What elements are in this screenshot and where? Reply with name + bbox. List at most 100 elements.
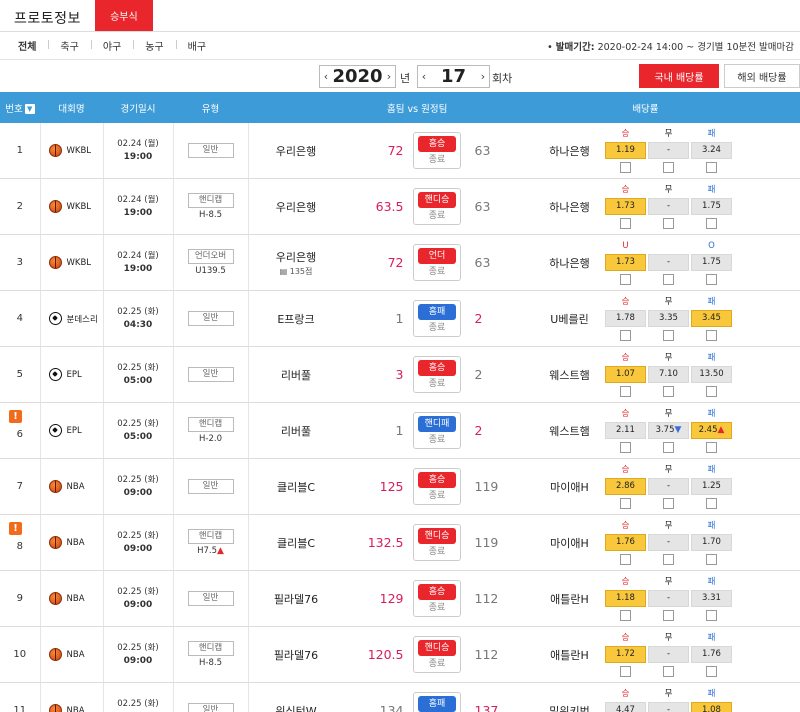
home-team[interactable]: 우리은행 ▤ 135점 xyxy=(249,249,344,277)
home-team[interactable]: 필라델76 xyxy=(249,591,344,607)
odds-checkbox[interactable] xyxy=(706,161,717,173)
odds-checkbox[interactable] xyxy=(706,665,717,677)
odds-checkbox[interactable] xyxy=(663,273,674,285)
odds-value[interactable]: 1.08 xyxy=(691,701,732,712)
odds-value[interactable]: 1.18 xyxy=(605,589,646,607)
odds-checkbox[interactable] xyxy=(706,609,717,621)
odds-checkbox[interactable] xyxy=(663,161,674,173)
home-team[interactable]: 워싱턴W xyxy=(249,703,344,712)
odds-value[interactable]: 1.73 xyxy=(605,197,646,215)
odds-value[interactable]: - xyxy=(648,645,689,663)
year-stepper[interactable]: ‹ 2020 › xyxy=(319,65,396,88)
year-next-icon[interactable]: › xyxy=(383,66,395,87)
odds-value[interactable]: 3.24 xyxy=(691,141,732,159)
col-no[interactable]: 번호 ▼ xyxy=(0,92,40,123)
odds-checkbox[interactable] xyxy=(620,273,631,285)
odds-checkbox[interactable] xyxy=(620,553,631,565)
odds-checkbox[interactable] xyxy=(706,217,717,229)
home-team[interactable]: 리버풀 xyxy=(249,423,344,439)
odds-value[interactable]: 4.47 xyxy=(605,701,646,712)
odds-value[interactable]: 3.45 xyxy=(691,309,732,327)
odds-value[interactable]: 1.78 xyxy=(605,309,646,327)
odds-value[interactable]: 1.70 xyxy=(691,533,732,551)
odds-checkbox[interactable] xyxy=(620,441,631,453)
table-row[interactable]: 3 WKBL 02.24 (월) 19:00 언더오버 U139.5 우리은행 ▤ 135점 7… xyxy=(0,234,800,291)
table-row[interactable]: 2 WKBL 02.24 (월) 19:00 핸디캡 H-8.5 우리은행 63.5 핸디승 종료… xyxy=(0,178,800,235)
foreign-odds-button[interactable]: 해외 배당률 xyxy=(724,64,800,88)
odds-checkbox[interactable] xyxy=(663,609,674,621)
odds-value[interactable]: 1.73 xyxy=(605,253,646,271)
odds-checkbox[interactable] xyxy=(620,329,631,341)
odds-value[interactable]: 2.86 xyxy=(605,477,646,495)
home-team[interactable]: E프랑크 xyxy=(249,311,344,327)
odds-value[interactable]: 1.76 xyxy=(691,645,732,663)
odds-checkbox[interactable] xyxy=(620,609,631,621)
home-team[interactable]: 우리은행 xyxy=(249,143,344,159)
odds-checkbox[interactable] xyxy=(620,665,631,677)
sort-down-icon[interactable]: ▼ xyxy=(24,104,35,114)
category-volleyball[interactable]: 배구 xyxy=(175,38,218,53)
home-team[interactable]: 우리은행 xyxy=(249,199,344,215)
home-team[interactable]: 클리블C xyxy=(249,535,344,551)
table-row[interactable]: 7 NBA 02.25 (화) 09:00 일반 클리블C 125 홈승 종료 119 마이애H 승 무… xyxy=(0,458,800,515)
odds-checkbox[interactable] xyxy=(663,497,674,509)
odds-checkbox[interactable] xyxy=(663,553,674,565)
odds-value[interactable]: 1.75 xyxy=(691,197,732,215)
table-row[interactable]: 11NBA02.25 (화)09:00일반워싱턴W134홈패종료137밀워키벅승… xyxy=(0,682,800,712)
odds-checkbox[interactable] xyxy=(706,553,717,565)
odds-checkbox[interactable] xyxy=(663,665,674,677)
odds-value[interactable]: 1.75 xyxy=(691,253,732,271)
odds-value[interactable]: - xyxy=(648,253,689,271)
odds-checkbox[interactable] xyxy=(663,385,674,397)
odds-value[interactable]: 3.75▼ xyxy=(648,421,689,439)
odds-checkbox[interactable] xyxy=(706,273,717,285)
table-row[interactable]: 9 NBA 02.25 (화) 09:00 일반 필라델76 129 홈승 종료 112 애틀란H 승… xyxy=(0,570,800,627)
home-team[interactable]: 클리블C xyxy=(249,479,344,495)
category-soccer[interactable]: 축구 xyxy=(48,38,90,53)
odds-value[interactable]: 2.11 xyxy=(605,421,646,439)
odds-value[interactable]: 2.45▲ xyxy=(691,421,732,439)
table-row[interactable]: ! 6 EPL 02.25 (화) 05:00 핸디캡 H-2.0 리버풀 1 핸디패 종료 2 웨스트… xyxy=(0,402,800,459)
round-stepper[interactable]: ‹ 17 › xyxy=(417,65,490,88)
odds-value[interactable]: 1.72 xyxy=(605,645,646,663)
alert-icon[interactable]: ! xyxy=(9,410,22,423)
odds-checkbox[interactable] xyxy=(620,385,631,397)
odds-value[interactable]: - xyxy=(648,197,689,215)
odds-value[interactable]: 3.35 xyxy=(648,309,689,327)
odds-checkbox[interactable] xyxy=(620,217,631,229)
odds-value[interactable]: - xyxy=(648,589,689,607)
odds-checkbox[interactable] xyxy=(620,161,631,173)
alert-icon[interactable]: ! xyxy=(9,522,22,535)
category-all[interactable]: 전체 xyxy=(0,38,48,53)
odds-value[interactable]: 1.19 xyxy=(605,141,646,159)
odds-checkbox[interactable] xyxy=(706,441,717,453)
round-next-icon[interactable]: › xyxy=(477,66,489,87)
table-row[interactable]: 4 분데스리 02.25 (화) 04:30 일반 E프랑크 1 홈패 종료 2 U베를린 승 무 패 1.… xyxy=(0,290,800,347)
category-baseball[interactable]: 야구 xyxy=(90,38,133,53)
year-prev-icon[interactable]: ‹ xyxy=(320,66,332,87)
odds-value[interactable]: - xyxy=(648,141,689,159)
odds-value[interactable]: 1.25 xyxy=(691,477,732,495)
odds-checkbox[interactable] xyxy=(663,217,674,229)
odds-checkbox[interactable] xyxy=(663,441,674,453)
odds-value[interactable]: - xyxy=(648,533,689,551)
odds-checkbox[interactable] xyxy=(706,385,717,397)
tab-seungbusik[interactable]: 승부식 xyxy=(94,0,153,31)
odds-value[interactable]: 1.76 xyxy=(605,533,646,551)
odds-checkbox[interactable] xyxy=(663,329,674,341)
odds-checkbox[interactable] xyxy=(706,497,717,509)
table-row[interactable]: 5 EPL 02.25 (화) 05:00 일반 리버풀 3 홈승 종료 2 웨스트햄 승 무 패 1.07… xyxy=(0,346,800,403)
odds-checkbox[interactable] xyxy=(620,497,631,509)
domestic-odds-button[interactable]: 국내 배당률 xyxy=(639,64,719,88)
odds-checkbox[interactable] xyxy=(706,329,717,341)
odds-value[interactable]: 3.31 xyxy=(691,589,732,607)
round-prev-icon[interactable]: ‹ xyxy=(418,66,430,87)
home-team[interactable]: 리버풀 xyxy=(249,367,344,383)
odds-value[interactable]: - xyxy=(648,477,689,495)
table-row[interactable]: 1 WKBL 02.24 (월) 19:00 일반 우리은행 72 홈승 종료 63 하나은행 승 무 패… xyxy=(0,123,800,179)
odds-value[interactable]: 7.10 xyxy=(648,365,689,383)
table-row[interactable]: 10 NBA 02.25 (화) 09:00 핸디캡 H-8.5 필라델76 120.5 핸디승… xyxy=(0,626,800,683)
odds-value[interactable]: - xyxy=(648,701,689,712)
odds-value[interactable]: 13.50 xyxy=(691,365,732,383)
odds-value[interactable]: 1.07 xyxy=(605,365,646,383)
